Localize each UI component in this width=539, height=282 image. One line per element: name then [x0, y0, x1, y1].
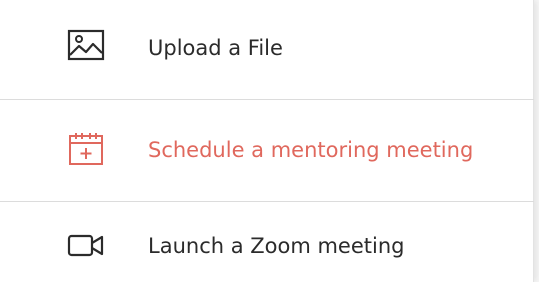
action-menu: Upload a File Schedule a mentoring meeti…: [0, 0, 534, 282]
menu-item-upload-file[interactable]: Upload a File: [0, 0, 534, 99]
menu-item-label: Schedule a mentoring meeting: [148, 138, 474, 162]
video-camera-icon: [66, 226, 106, 266]
menu-item-schedule-meeting[interactable]: Schedule a mentoring meeting: [0, 100, 534, 201]
calendar-add-icon: [66, 130, 106, 170]
menu-item-label: Upload a File: [148, 36, 283, 60]
menu-item-label: Launch a Zoom meeting: [148, 234, 405, 258]
menu-item-launch-zoom[interactable]: Launch a Zoom meeting: [0, 202, 534, 282]
image-icon: [66, 28, 106, 68]
